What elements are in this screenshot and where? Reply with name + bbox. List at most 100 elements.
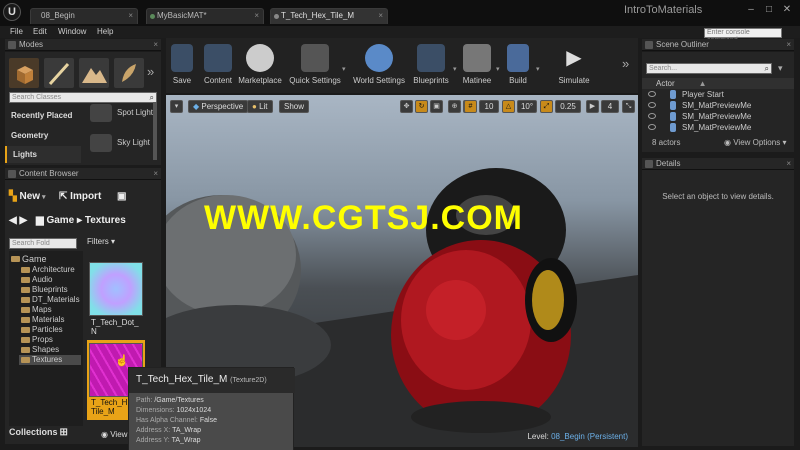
maximize-viewport-icon[interactable]: ⤡	[622, 100, 635, 113]
camera-speed-icon[interactable]: ▶	[586, 100, 599, 113]
close-icon[interactable]: ×	[254, 9, 259, 23]
simulate-button[interactable]: ▶ Simulate	[554, 44, 594, 85]
menu-file[interactable]: File	[10, 27, 23, 36]
save-button[interactable]: Save	[170, 44, 194, 85]
camera-speed-value[interactable]: 4	[601, 100, 619, 113]
translate-icon[interactable]: ✥	[400, 100, 413, 113]
rotation-snap-value[interactable]: 10°	[517, 100, 537, 113]
scale-icon[interactable]: ▣	[430, 100, 443, 113]
folder-game[interactable]: Game	[9, 254, 47, 264]
folder-item[interactable]: Architecture	[19, 265, 75, 275]
maximize-button[interactable]: □	[762, 4, 776, 16]
viewport-options-icon[interactable]: ▾	[170, 100, 183, 113]
save-all-icon[interactable]: ▣	[117, 191, 126, 202]
matinee-button[interactable]: Matinee	[460, 44, 494, 85]
tab-texture[interactable]: T_Tech_Hex_Tile_M ×	[270, 8, 388, 24]
close-icon[interactable]: ×	[128, 9, 133, 23]
more-toolbar-chevron-icon[interactable]: »	[622, 56, 629, 71]
category-geometry[interactable]: Geometry	[5, 127, 81, 144]
folder-item[interactable]: Particles	[19, 325, 63, 335]
folder-item[interactable]: Materials	[19, 315, 64, 325]
build-button[interactable]: Build	[506, 44, 530, 85]
build-dropdown-icon[interactable]: ▾	[536, 65, 540, 73]
view-options-button[interactable]: ◉ View Options ▾	[724, 138, 786, 147]
folder-item[interactable]: DT_Materials	[19, 295, 80, 305]
column-header-actor[interactable]: Actor ▲	[642, 78, 794, 89]
collections-button[interactable]: Collections ⊞	[9, 427, 68, 438]
menu-window[interactable]: Window	[58, 27, 86, 36]
add-collection-icon[interactable]: ⊞	[60, 427, 68, 438]
more-modes-chevron-icon[interactable]: »	[147, 64, 154, 79]
tooltip-key: Has Alpha Channel:	[136, 417, 198, 424]
outliner-row[interactable]: Player Start	[642, 89, 794, 100]
filters-button[interactable]: Filters ▾	[87, 237, 115, 246]
folder-item[interactable]: Maps	[19, 305, 52, 315]
folder-search-input[interactable]: Search Fold	[9, 238, 77, 249]
import-label: Import	[70, 191, 102, 202]
scale-snap-icon[interactable]: ⤢	[540, 100, 553, 113]
tab-08-begin[interactable]: 08_Begin ×	[30, 8, 138, 24]
close-icon[interactable]: ×	[786, 39, 791, 50]
paint-mode-icon[interactable]	[44, 58, 74, 88]
grid-snap-value[interactable]: 10	[479, 100, 499, 113]
grid-snap-icon[interactable]: #	[464, 100, 477, 113]
place-item-spot-light[interactable]: Spot Light	[87, 102, 155, 124]
close-window-button[interactable]: ✕	[780, 4, 794, 16]
close-icon[interactable]: ×	[153, 39, 158, 50]
outliner-settings-icon[interactable]: ▾	[778, 63, 783, 74]
landscape-mode-icon[interactable]	[79, 58, 109, 88]
breadcrumb-textures[interactable]: Textures	[85, 215, 126, 226]
close-icon[interactable]: ×	[378, 9, 383, 23]
folder-item[interactable]: Props	[19, 335, 53, 345]
breadcrumb-game[interactable]: Game	[46, 215, 74, 226]
content-button[interactable]: Content	[202, 44, 234, 85]
foliage-mode-icon[interactable]	[114, 58, 144, 88]
close-icon[interactable]: ×	[786, 158, 791, 169]
eye-icon[interactable]	[648, 113, 656, 119]
show-button[interactable]: Show	[279, 100, 310, 113]
place-item-sky-light[interactable]: Sky Light	[87, 132, 155, 154]
import-button[interactable]: ⇱ Import	[59, 191, 101, 202]
matinee-dropdown-icon[interactable]: ▾	[496, 65, 500, 73]
world-space-icon[interactable]: ⊕	[448, 100, 461, 113]
rotate-icon[interactable]: ↻	[415, 100, 428, 113]
view-options-button[interactable]: ◉ View	[101, 430, 127, 439]
category-lights[interactable]: Lights	[5, 146, 81, 163]
blueprints-button[interactable]: Blueprints	[410, 44, 452, 85]
world-settings-button[interactable]: World Settings	[352, 44, 406, 85]
blueprints-dropdown-icon[interactable]: ▾	[453, 65, 457, 73]
folder-item[interactable]: Audio	[19, 275, 52, 285]
forward-arrow-icon[interactable]: ▶	[19, 215, 27, 226]
minimize-button[interactable]: –	[744, 4, 758, 16]
scrollbar[interactable]	[153, 102, 157, 160]
folder-item[interactable]: Shapes	[19, 345, 59, 355]
new-button[interactable]: ▚ New ▾	[9, 191, 46, 202]
scale-snap-value[interactable]: 0.25	[555, 100, 581, 113]
rotation-snap-icon[interactable]: △	[502, 100, 515, 113]
close-icon[interactable]: ×	[153, 168, 158, 179]
place-mode-icon[interactable]	[9, 58, 39, 88]
outliner-row[interactable]: SM_MatPreviewMe	[642, 111, 794, 122]
folder-item[interactable]: Blueprints	[19, 285, 68, 295]
back-arrow-icon[interactable]: ◀	[9, 215, 17, 226]
folder-icon	[21, 297, 30, 303]
menu-help[interactable]: Help	[97, 27, 113, 36]
category-recently-placed[interactable]: Recently Placed	[5, 107, 81, 124]
lit-button[interactable]: ● Lit	[247, 100, 273, 113]
eye-icon[interactable]	[648, 102, 656, 108]
menu-edit[interactable]: Edit	[33, 27, 47, 36]
folder-item-selected[interactable]: Textures	[19, 355, 81, 365]
eye-icon[interactable]	[648, 124, 656, 130]
outliner-search-input[interactable]: Search... ⌕	[646, 63, 772, 74]
quick-settings-dropdown-icon[interactable]: ▾	[342, 65, 346, 73]
eye-icon[interactable]	[648, 91, 656, 97]
outliner-row[interactable]: SM_MatPreviewMe	[642, 122, 794, 133]
perspective-button[interactable]: ◆ Perspective	[188, 100, 249, 113]
console-input[interactable]: Enter console command	[704, 28, 782, 44]
outliner-row[interactable]: SM_MatPreviewMe	[642, 100, 794, 111]
scene-outliner-panel: Search... ⌕ ▾ Actor ▲ Player Start SM_MatP…	[642, 52, 794, 152]
quick-settings-button[interactable]: Quick Settings	[288, 44, 342, 85]
asset-thumbnail-t-tech-dot-n[interactable]	[89, 262, 143, 316]
marketplace-button[interactable]: Marketplace	[238, 44, 282, 85]
tab-mybasicmat[interactable]: MyBasicMAT* ×	[146, 8, 264, 24]
